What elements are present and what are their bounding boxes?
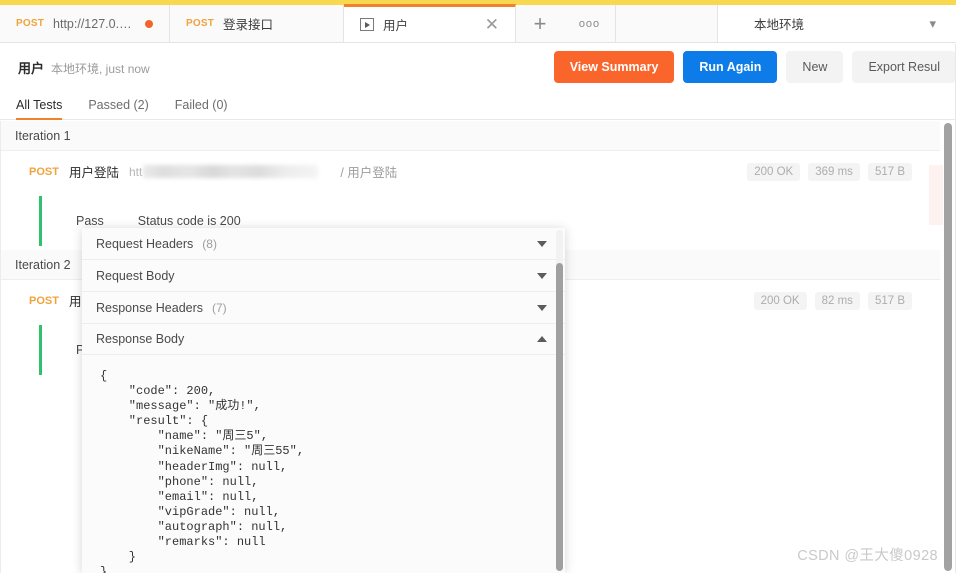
- export-results-button[interactable]: Export Resul: [852, 51, 956, 83]
- response-size-badge: 517 B: [867, 162, 912, 181]
- pass-indicator-bar: [39, 325, 42, 375]
- accordion-label: Request Headers: [96, 236, 194, 251]
- assertion-text: Status code is 200: [137, 214, 241, 228]
- chevron-down-icon: [537, 240, 547, 247]
- accordion-response-body[interactable]: Response Body: [82, 324, 565, 355]
- iteration-heading: Iteration 1: [1, 121, 940, 151]
- status-badge: 200 OK: [747, 162, 801, 181]
- page-title: 用户: [18, 60, 45, 76]
- results-filter-tabs: All Tests Passed (2) Failed (0): [0, 90, 956, 120]
- accordion-response-headers[interactable]: Response Headers (7): [82, 292, 565, 324]
- assertion-result-label: Pass: [76, 214, 104, 228]
- accordion-request-body[interactable]: Request Body: [82, 260, 565, 292]
- more-tabs-button[interactable]: ooo: [564, 5, 616, 42]
- request-method-label: POST: [29, 294, 59, 307]
- main-scrollbar[interactable]: [944, 120, 952, 573]
- request-url: htt: [128, 164, 319, 179]
- table-row[interactable]: POST 用户登陆 htt / 用户登陆 200 OK 369 ms 517 B: [1, 151, 940, 192]
- close-icon[interactable]: ✕: [485, 16, 499, 33]
- tab-bar-spacer: [616, 5, 718, 42]
- accordion-label: Response Body: [96, 332, 185, 346]
- accordion-label: Request Body: [96, 268, 175, 283]
- play-icon: [360, 18, 374, 31]
- postman-runner-window: POST http://127.0.0.1:5... POST 登录接口 用户 …: [0, 0, 956, 573]
- request-stats: 200 OK 369 ms 517 B: [747, 162, 940, 181]
- tab-title-label: 用户: [383, 19, 409, 33]
- accordion-label: Response Headers: [96, 300, 204, 315]
- environment-label: 本地环境: [754, 18, 805, 32]
- response-size-badge: 517 B: [867, 291, 912, 310]
- popup-scrollbar-thumb[interactable]: [556, 263, 563, 571]
- tab-title-label: 登录接口: [223, 18, 274, 32]
- request-detail-popup: Request Headers (8) Request Body Respons…: [82, 228, 565, 573]
- run-header: 用户 本地环境, just now View Summary Run Again…: [0, 44, 956, 90]
- run-meta: 本地环境, just now: [51, 61, 150, 76]
- response-body-json: { "code": 200, "message": "成功!", "result…: [100, 369, 305, 573]
- row-highlight-strip: [929, 165, 943, 225]
- accordion-count: (7): [212, 300, 227, 315]
- tab-title-label: http://127.0.0.1:5...: [53, 16, 136, 31]
- chevron-down-icon: [537, 304, 547, 311]
- tab-method-label: POST: [186, 18, 215, 29]
- request-url-prefix: htt: [128, 164, 143, 179]
- view-summary-button[interactable]: View Summary: [553, 51, 675, 83]
- main-scrollbar-thumb[interactable]: [944, 123, 952, 571]
- status-badge: 200 OK: [753, 291, 807, 310]
- tab-request-url[interactable]: POST http://127.0.0.1:5...: [0, 5, 170, 42]
- run-header-info: 用户 本地环境, just now: [0, 58, 150, 77]
- popup-scrollbar[interactable]: [556, 230, 563, 571]
- request-stats: 200 OK 82 ms 517 B: [753, 291, 940, 310]
- chevron-down-icon: [537, 272, 547, 279]
- chevron-down-icon: ▾: [929, 15, 936, 31]
- response-time-badge: 369 ms: [808, 162, 860, 181]
- tab-passed[interactable]: Passed (2): [88, 98, 148, 119]
- tab-method-label: POST: [16, 18, 45, 29]
- tab-all-tests[interactable]: All Tests: [16, 98, 63, 120]
- request-path-label: / 用户登陆: [340, 166, 398, 180]
- tab-login-api[interactable]: POST 登录接口: [170, 5, 344, 42]
- pass-indicator-bar: [39, 196, 42, 246]
- request-name-label: 用户登陆: [68, 166, 119, 180]
- new-tab-button[interactable]: +: [516, 5, 564, 42]
- accordion-count: (8): [202, 236, 217, 251]
- response-time-badge: 82 ms: [814, 291, 860, 310]
- unsaved-dot-icon: [145, 19, 153, 28]
- chevron-up-icon: [537, 336, 547, 342]
- environment-selector[interactable]: 本地环境 ▾: [718, 5, 956, 42]
- tab-bar: POST http://127.0.0.1:5... POST 登录接口 用户 …: [0, 4, 956, 43]
- new-run-button[interactable]: New: [786, 51, 844, 83]
- run-actions: View Summary Run Again New Export Resul: [553, 51, 956, 83]
- accordion-request-headers[interactable]: Request Headers (8): [82, 228, 565, 260]
- redacted-url-blur: [143, 165, 319, 178]
- tab-failed[interactable]: Failed (0): [175, 98, 228, 119]
- tab-user-runner[interactable]: 用户 ✕: [344, 4, 516, 42]
- request-method-label: POST: [29, 165, 59, 178]
- run-again-button[interactable]: Run Again: [683, 51, 778, 83]
